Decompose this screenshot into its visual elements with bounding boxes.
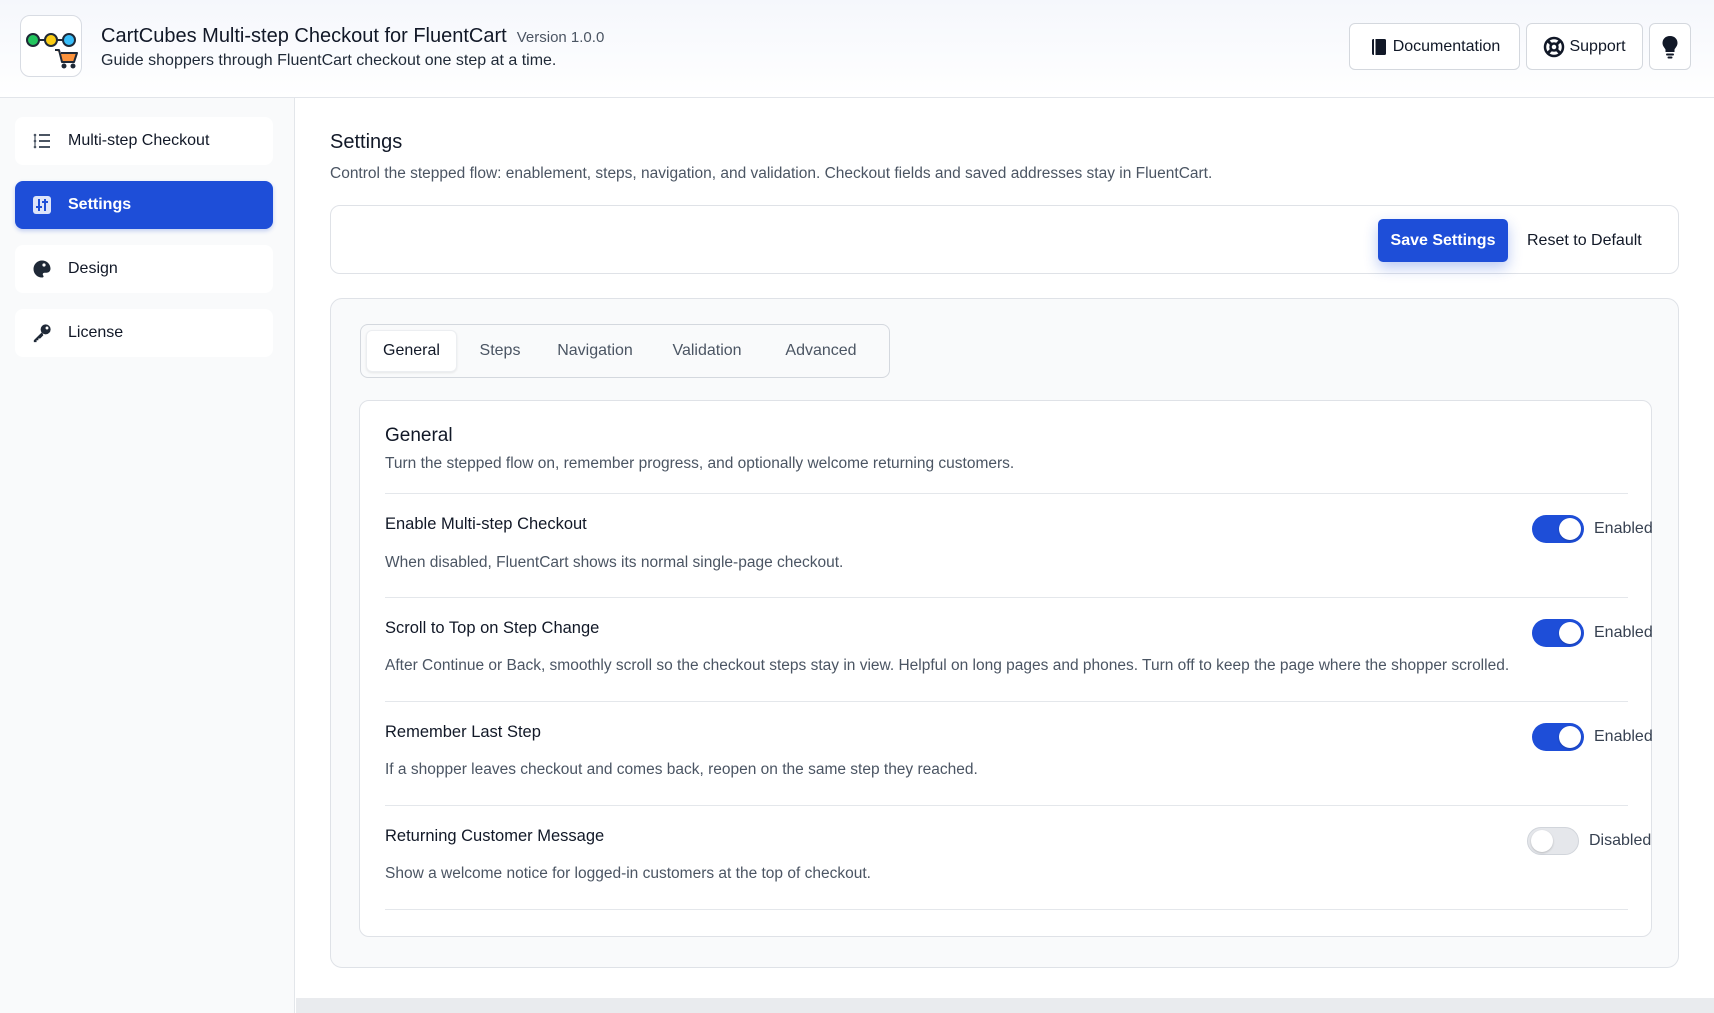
- returning-customer-message-toggle[interactable]: [1527, 827, 1579, 855]
- general-section: General Turn the stepped flow on, rememb…: [359, 400, 1653, 937]
- toggle-state-label: Disabled: [1589, 832, 1652, 849]
- book-icon: [1371, 38, 1386, 55]
- toggle-state-label: Enabled: [1594, 624, 1653, 641]
- lifebuoy-icon: [1544, 36, 1565, 57]
- section-subtitle: Turn the stepped flow on, remember progr…: [385, 455, 1015, 472]
- palette-icon: [32, 259, 52, 279]
- sidebar-item-label: Settings: [68, 196, 132, 213]
- toggle-state-label: Enabled: [1594, 520, 1653, 537]
- documentation-label: Documentation: [1392, 37, 1501, 55]
- divider: [385, 493, 1628, 494]
- enable-multistep-toggle[interactable]: [1532, 515, 1584, 543]
- tab-validation[interactable]: Validation: [657, 330, 757, 372]
- remember-last-step-toggle[interactable]: [1532, 723, 1584, 751]
- sidebar-item-design[interactable]: Design: [15, 245, 273, 293]
- save-settings-button[interactable]: Save Settings: [1378, 219, 1508, 262]
- toggle-state-label: Enabled: [1594, 728, 1653, 745]
- footer-strip: [296, 998, 1714, 1013]
- setting-title: Scroll to Top on Step Change: [385, 619, 600, 637]
- tab-general[interactable]: General: [366, 330, 457, 372]
- support-button[interactable]: Support: [1526, 23, 1643, 70]
- sidebar-item-label: Design: [68, 260, 118, 277]
- app-header: CartCubes Multi-step Checkout for Fluent…: [0, 0, 1714, 98]
- sidebar-item-settings[interactable]: Settings: [15, 181, 273, 229]
- divider: [385, 597, 1628, 598]
- version-label: Version 1.0.0: [516, 29, 605, 46]
- page-subtitle: Control the stepped flow: enablement, st…: [330, 165, 1213, 182]
- setting-description: After Continue or Back, smoothly scroll …: [385, 657, 1510, 674]
- key-icon: [32, 323, 52, 343]
- setting-title: Returning Customer Message: [385, 827, 605, 845]
- app-logo: [20, 15, 82, 77]
- tab-steps[interactable]: Steps: [465, 330, 535, 372]
- app-title: CartCubes Multi-step Checkout for Fluent…: [101, 25, 507, 47]
- setting-description: If a shopper leaves checkout and comes b…: [385, 761, 978, 778]
- settings-tabs: General Steps Navigation Validation Adva…: [360, 324, 890, 378]
- documentation-button[interactable]: Documentation: [1349, 23, 1520, 70]
- steps-cart-logo-icon: [26, 33, 78, 69]
- sidebar: Multi-step Checkout Settings Design Lice…: [0, 98, 295, 1013]
- sidebar-item-label: Multi-step Checkout: [68, 132, 210, 149]
- lightbulb-icon: [1662, 35, 1678, 58]
- theme-toggle-button[interactable]: [1649, 23, 1691, 70]
- app-tagline: Guide shoppers through FluentCart checko…: [101, 52, 557, 69]
- tab-advanced[interactable]: Advanced: [765, 330, 877, 372]
- section-title: General: [385, 425, 453, 446]
- setting-description: When disabled, FluentCart shows its norm…: [385, 554, 844, 571]
- setting-title: Enable Multi-step Checkout: [385, 515, 587, 533]
- tab-navigation[interactable]: Navigation: [541, 330, 649, 372]
- settings-card: General Steps Navigation Validation Adva…: [330, 298, 1679, 968]
- settings-sliders-icon: [32, 195, 52, 215]
- scroll-to-top-toggle[interactable]: [1532, 619, 1584, 647]
- support-label: Support: [1569, 37, 1626, 55]
- sidebar-item-label: License: [68, 324, 124, 341]
- divider: [385, 701, 1628, 702]
- divider: [385, 909, 1628, 910]
- sidebar-item-multi-step-checkout[interactable]: Multi-step Checkout: [15, 117, 273, 165]
- actions-card: Save Settings Reset to Default: [330, 205, 1679, 274]
- list-steps-icon: [32, 131, 52, 151]
- setting-description: Show a welcome notice for logged-in cust…: [385, 865, 871, 882]
- reset-to-default-button[interactable]: Reset to Default: [1527, 219, 1642, 262]
- divider: [385, 805, 1628, 806]
- setting-title: Remember Last Step: [385, 723, 541, 741]
- page-title: Settings: [330, 131, 403, 153]
- sidebar-item-license[interactable]: License: [15, 309, 273, 357]
